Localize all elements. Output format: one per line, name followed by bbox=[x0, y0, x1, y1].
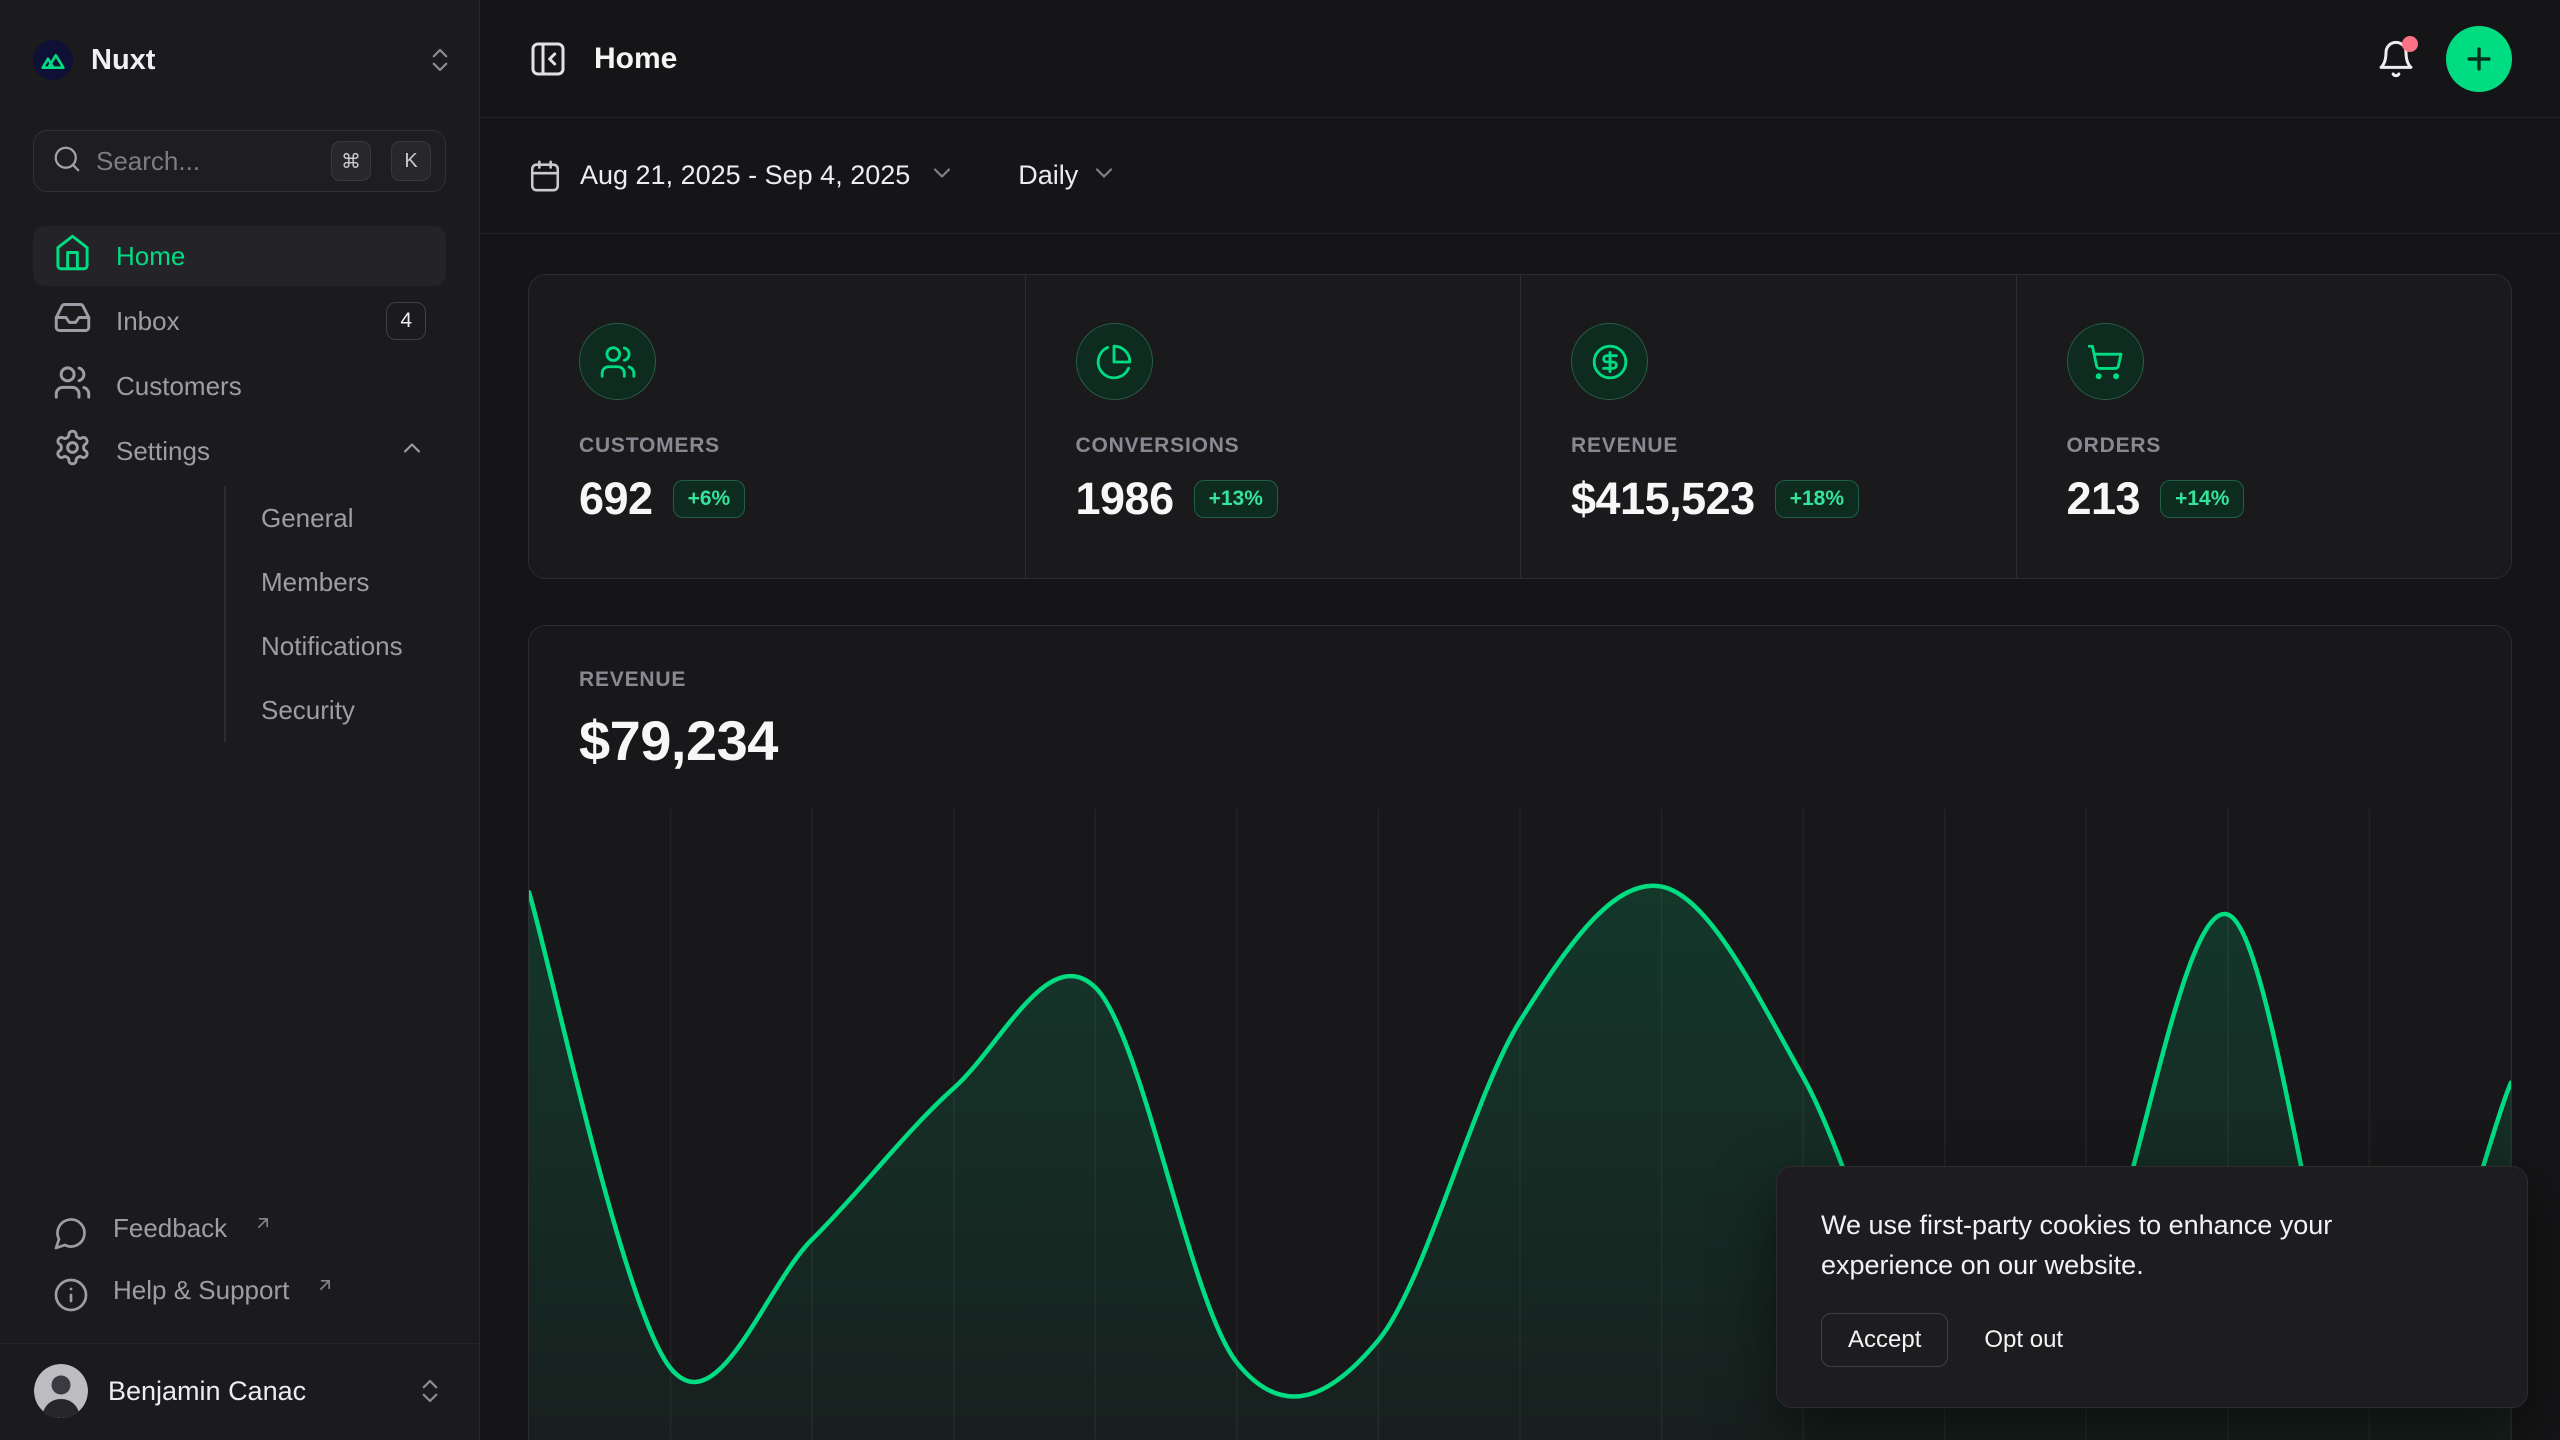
sidebar-collapse-icon[interactable] bbox=[528, 39, 568, 79]
stat-card-conversions[interactable]: CONVERSIONS 1986 +13% bbox=[1025, 275, 1521, 578]
add-button[interactable] bbox=[2446, 26, 2512, 92]
subnav-label: Security bbox=[261, 695, 355, 726]
info-circle-icon bbox=[53, 1275, 89, 1320]
user-section: Benjamin Canac bbox=[0, 1343, 479, 1440]
feedback-label: Feedback bbox=[113, 1213, 227, 1244]
period-select[interactable]: Daily bbox=[1018, 159, 1118, 192]
notification-dot bbox=[2402, 36, 2418, 52]
users-icon bbox=[579, 323, 656, 400]
k-key-badge: K bbox=[391, 141, 431, 181]
cookie-message: We use first-party cookies to enhance yo… bbox=[1821, 1205, 2411, 1285]
user-name: Benjamin Canac bbox=[108, 1376, 306, 1407]
sidebar-item-general[interactable]: General bbox=[261, 486, 446, 550]
settings-subnav: General Members Notifications Security bbox=[224, 486, 446, 742]
subnav-label: Members bbox=[261, 567, 369, 598]
home-icon bbox=[53, 233, 92, 279]
dollar-circle-icon bbox=[1571, 323, 1648, 400]
sidebar-item-label: Inbox bbox=[116, 306, 180, 337]
chevron-up-icon[interactable] bbox=[398, 434, 426, 469]
optout-cookies-button[interactable]: Opt out bbox=[1984, 1314, 2063, 1366]
user-menu-button[interactable]: Benjamin Canac bbox=[24, 1356, 455, 1426]
sidebar-nav: Home Inbox 4 Customers Settings bbox=[0, 226, 479, 744]
shopping-cart-icon bbox=[2067, 323, 2144, 400]
stat-card-orders[interactable]: ORDERS 213 +14% bbox=[2016, 275, 2512, 578]
stat-delta-badge: +6% bbox=[673, 480, 746, 518]
message-circle-icon bbox=[53, 1213, 89, 1258]
filter-toolbar: Aug 21, 2025 - Sep 4, 2025 Daily bbox=[480, 118, 2560, 234]
sidebar-item-customers[interactable]: Customers bbox=[33, 356, 446, 416]
sidebar-item-notifications[interactable]: Notifications bbox=[261, 614, 446, 678]
sidebar-item-settings[interactable]: Settings bbox=[33, 421, 446, 481]
stat-value: 692 bbox=[579, 473, 653, 525]
inbox-icon bbox=[53, 298, 92, 344]
sidebar-item-label: Settings bbox=[116, 436, 210, 467]
pie-chart-icon bbox=[1076, 323, 1153, 400]
chevron-down-icon bbox=[928, 159, 956, 192]
chevrons-up-down-icon bbox=[415, 1376, 445, 1406]
sidebar-item-inbox[interactable]: Inbox 4 bbox=[33, 291, 446, 351]
subnav-label: General bbox=[261, 503, 354, 534]
chevrons-up-down-icon[interactable] bbox=[425, 45, 455, 75]
chevron-down-icon bbox=[1090, 159, 1118, 192]
stat-card-customers[interactable]: CUSTOMERS 692 +6% bbox=[529, 275, 1025, 578]
revenue-chart-label: REVENUE bbox=[579, 668, 2461, 692]
search-input[interactable] bbox=[96, 146, 317, 177]
main-area: Home Aug 21, 2025 - Sep 4, 2025 bbox=[480, 0, 2560, 1440]
cmd-key-badge: ⌘ bbox=[331, 141, 371, 181]
sidebar-item-label: Home bbox=[116, 241, 185, 272]
search-icon bbox=[52, 144, 82, 179]
stat-value: 1986 bbox=[1076, 473, 1174, 525]
date-range-picker[interactable]: Aug 21, 2025 - Sep 4, 2025 bbox=[528, 159, 956, 193]
dashboard-app: Nuxt ⌘ K Home Inb bbox=[0, 0, 2560, 1440]
workspace-name: Nuxt bbox=[91, 44, 155, 77]
cookie-banner: We use first-party cookies to enhance yo… bbox=[1776, 1166, 2528, 1408]
workspace-selector[interactable]: Nuxt bbox=[33, 24, 455, 96]
date-range-value: Aug 21, 2025 - Sep 4, 2025 bbox=[580, 160, 910, 191]
inbox-count-badge: 4 bbox=[386, 302, 426, 339]
header-actions bbox=[2372, 26, 2512, 92]
stat-card-revenue[interactable]: REVENUE $415,523 +18% bbox=[1520, 275, 2016, 578]
search-bar[interactable]: ⌘ K bbox=[33, 130, 446, 192]
calendar-icon bbox=[528, 159, 562, 193]
sidebar-item-security[interactable]: Security bbox=[261, 678, 446, 742]
stat-label: ORDERS bbox=[2067, 434, 2462, 458]
help-support-label: Help & Support bbox=[113, 1275, 289, 1306]
notifications-button[interactable] bbox=[2372, 35, 2420, 83]
sidebar: Nuxt ⌘ K Home Inb bbox=[0, 0, 480, 1440]
period-value: Daily bbox=[1018, 160, 1078, 191]
subnav-label: Notifications bbox=[261, 631, 403, 662]
sidebar-item-members[interactable]: Members bbox=[261, 550, 446, 614]
sidebar-item-home[interactable]: Home bbox=[33, 226, 446, 286]
nuxt-logo-icon bbox=[33, 40, 73, 80]
stat-delta-badge: +18% bbox=[1775, 480, 1859, 518]
gear-icon bbox=[53, 428, 92, 474]
accept-cookies-button[interactable]: Accept bbox=[1821, 1313, 1948, 1367]
stat-value: 213 bbox=[2067, 473, 2141, 525]
help-support-link[interactable]: Help & Support bbox=[33, 1265, 446, 1327]
sidebar-item-label: Customers bbox=[116, 371, 242, 402]
user-avatar bbox=[34, 1364, 88, 1418]
revenue-chart-value: $79,234 bbox=[579, 708, 2461, 773]
stat-value: $415,523 bbox=[1571, 473, 1755, 525]
stat-delta-badge: +13% bbox=[1194, 480, 1278, 518]
stat-delta-badge: +14% bbox=[2160, 480, 2244, 518]
arrow-up-right-icon bbox=[253, 1209, 273, 1229]
stat-label: CONVERSIONS bbox=[1076, 434, 1471, 458]
arrow-up-right-icon bbox=[315, 1271, 335, 1291]
sidebar-footer: Feedback Help & Support bbox=[0, 1203, 479, 1327]
feedback-link[interactable]: Feedback bbox=[33, 1203, 446, 1265]
page-header: Home bbox=[480, 0, 2560, 118]
stats-row: CUSTOMERS 692 +6% CONVERSIONS 1986 +13% bbox=[528, 274, 2512, 579]
stat-label: REVENUE bbox=[1571, 434, 1966, 458]
page-title: Home bbox=[594, 42, 677, 76]
users-icon bbox=[53, 363, 92, 409]
plus-icon bbox=[2462, 42, 2496, 76]
stat-label: CUSTOMERS bbox=[579, 434, 975, 458]
